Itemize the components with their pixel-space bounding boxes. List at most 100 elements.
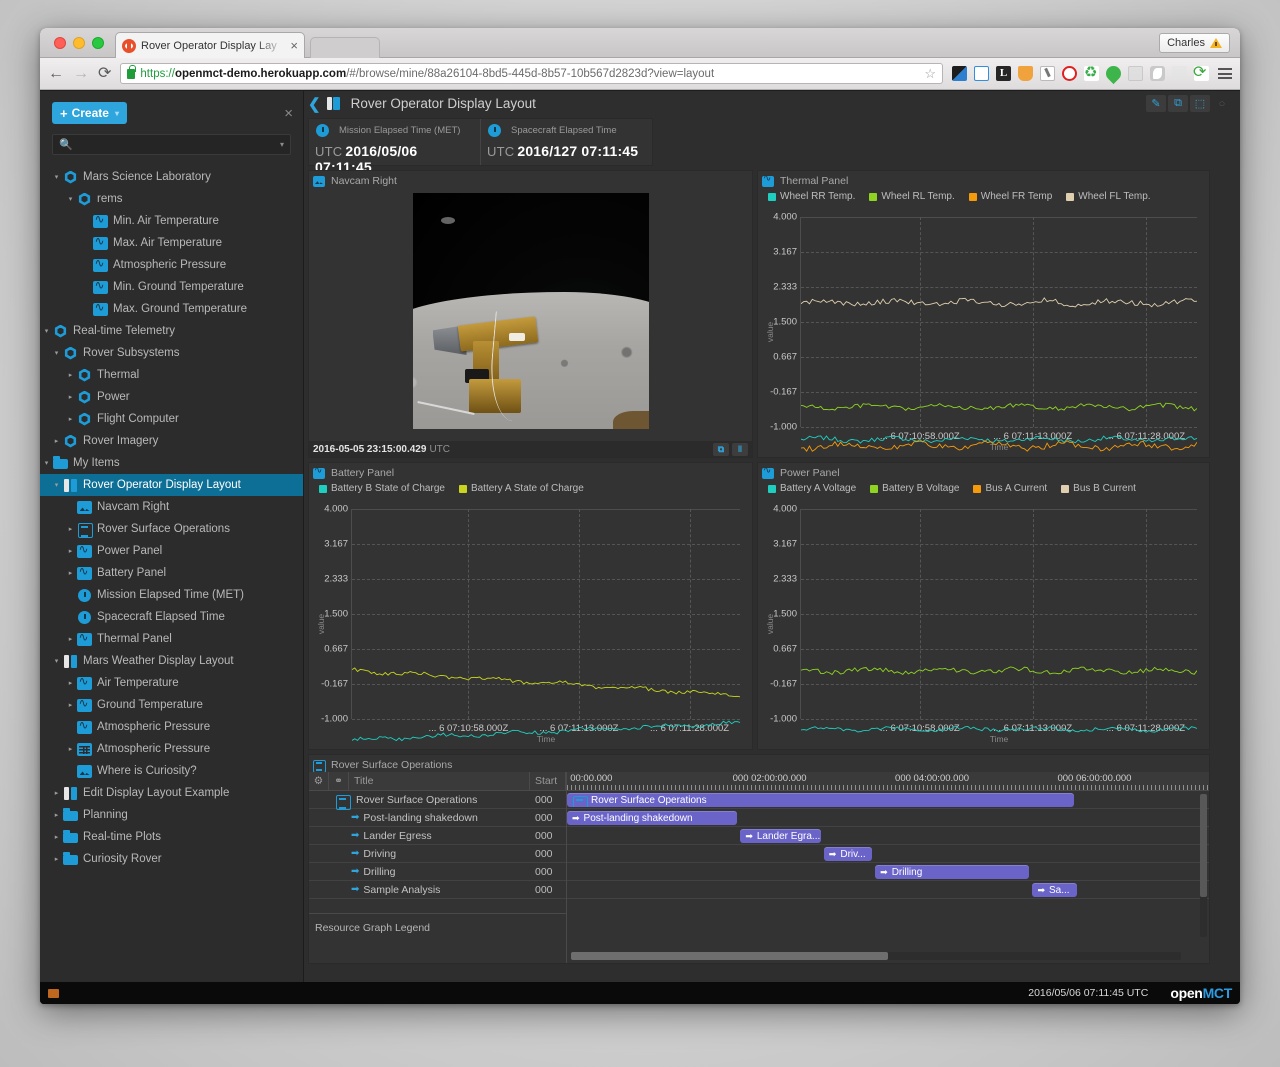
new-window-button[interactable]: ⧉ xyxy=(1168,95,1188,112)
chevron-right-icon[interactable]: ▸ xyxy=(50,811,63,819)
chevron-right-icon[interactable]: ▸ xyxy=(64,745,77,753)
opera-extension-icon[interactable] xyxy=(1062,66,1077,81)
timeline-row[interactable]: ➡Lander Egress000 xyxy=(309,827,566,845)
sidebar-item-planning[interactable]: ▸Planning xyxy=(40,804,303,826)
more-options-button[interactable]: ○ xyxy=(1212,95,1232,112)
sidebar-item-ground-temperature[interactable]: ▸Ground Temperature xyxy=(40,694,303,716)
timeline-row[interactable]: ➡Driving000 xyxy=(309,845,566,863)
chevron-down-icon[interactable]: ▾ xyxy=(50,657,63,665)
sidebar-item-real-time-plots[interactable]: ▸Real-time Plots xyxy=(40,826,303,848)
chevron-down-icon[interactable]: ▾ xyxy=(50,349,63,357)
sidebar-item-thermal[interactable]: ▸Thermal xyxy=(40,364,303,386)
sidebar-item-mars-weather-display-layout[interactable]: ▾Mars Weather Display Layout xyxy=(40,650,303,672)
timeline-row[interactable]: Rover Surface Operations000 xyxy=(309,791,566,809)
close-icon[interactable]: × xyxy=(290,38,298,53)
legend-item[interactable]: Battery A Voltage xyxy=(768,483,856,494)
forward-icon[interactable]: → xyxy=(73,66,89,82)
timeline-row[interactable]: ➡Drilling000 xyxy=(309,863,566,881)
horizontal-scrollbar[interactable] xyxy=(571,952,1181,960)
sidebar-item-navcam-right[interactable]: Navcam Right xyxy=(40,496,303,518)
chevron-down-icon[interactable]: ▾ xyxy=(64,195,77,203)
navcam-image[interactable] xyxy=(413,193,649,429)
sidebar-item-curiosity-rover[interactable]: ▸Curiosity Rover xyxy=(40,848,303,870)
chevron-down-icon[interactable]: ▾ xyxy=(40,459,53,467)
create-button[interactable]: + Create ▾ xyxy=(52,102,127,124)
gantt-bar[interactable]: ➡Drilling xyxy=(875,865,1029,879)
legend-item[interactable]: Wheel RR Temp. xyxy=(768,191,855,202)
user-account-button[interactable]: Charles xyxy=(1159,33,1230,53)
chrome-menu-icon[interactable] xyxy=(1218,68,1232,79)
chevron-right-icon[interactable]: ▸ xyxy=(64,679,77,687)
vertical-scrollbar[interactable] xyxy=(1200,794,1207,937)
chevron-right-icon[interactable]: ▸ xyxy=(64,635,77,643)
reload-icon[interactable]: ⟳ xyxy=(98,66,111,82)
sidebar-item-min-air-temperature[interactable]: Min. Air Temperature xyxy=(40,210,303,232)
crop-extension-icon[interactable] xyxy=(974,66,989,81)
chevron-right-icon[interactable]: ▸ xyxy=(64,547,77,555)
search-input[interactable] xyxy=(78,139,280,151)
gear-icon[interactable]: ⚙ xyxy=(309,772,329,790)
gantt-bar[interactable]: Rover Surface Operations xyxy=(567,793,1074,807)
back-chevron-icon[interactable]: ❮ xyxy=(308,95,321,113)
chevron-right-icon[interactable]: ▸ xyxy=(64,415,77,423)
sidebar-item-flight-computer[interactable]: ▸Flight Computer xyxy=(40,408,303,430)
sidebar-item-where-is-curiosity[interactable]: Where is Curiosity? xyxy=(40,760,303,782)
link-icon[interactable]: ⚭ xyxy=(329,772,349,790)
chevron-down-icon[interactable]: ▾ xyxy=(50,173,63,181)
sidebar-item-max-ground-temperature[interactable]: Max. Ground Temperature xyxy=(40,298,303,320)
sidebar-item-mission-elapsed-time-met[interactable]: Mission Elapsed Time (MET) xyxy=(40,584,303,606)
sidebar-item-rover-imagery[interactable]: ▸Rover Imagery xyxy=(40,430,303,452)
ghost-extension-icon[interactable] xyxy=(1150,66,1165,81)
edit-button[interactable]: ✎ xyxy=(1146,95,1166,112)
basket-extension-icon[interactable] xyxy=(1018,66,1033,81)
sync-extension-icon[interactable] xyxy=(1194,66,1209,81)
bookmark-star-icon[interactable]: ☆ xyxy=(924,66,936,82)
sidebar-item-atmospheric-pressure[interactable]: Atmospheric Pressure xyxy=(40,716,303,738)
gantt-bar[interactable]: ➡Post-landing shakedown xyxy=(567,811,737,825)
sidebar-item-spacecraft-elapsed-time[interactable]: Spacecraft Elapsed Time xyxy=(40,606,303,628)
new-tab-placeholder[interactable] xyxy=(310,37,380,58)
gantt-bar[interactable]: ➡Driv... xyxy=(824,847,872,861)
lastpass-extension-icon[interactable]: L xyxy=(996,66,1011,81)
sidebar-item-max-air-temperature[interactable]: Max. Air Temperature xyxy=(40,232,303,254)
back-icon[interactable]: ← xyxy=(48,66,64,82)
legend-item[interactable]: Battery B State of Charge xyxy=(319,483,445,494)
sidebar-item-power[interactable]: ▸Power xyxy=(40,386,303,408)
sidebar-item-min-ground-temperature[interactable]: Min. Ground Temperature xyxy=(40,276,303,298)
sidebar-item-real-time-telemetry[interactable]: ▾Real-time Telemetry xyxy=(40,320,303,342)
clock-sclk[interactable]: Spacecraft Elapsed Time UTC2016/127 07:1… xyxy=(480,119,652,165)
chevron-right-icon[interactable]: ▸ xyxy=(64,393,77,401)
chevron-down-icon[interactable]: ▾ xyxy=(50,481,63,489)
fullscreen-button[interactable]: ⬚ xyxy=(1190,95,1210,112)
maximize-window-button[interactable] xyxy=(92,37,104,49)
gantt-bar[interactable]: ➡Sa... xyxy=(1032,883,1077,897)
plot-area[interactable]: value4.0003.1672.3331.5000.667-0.167-1.0… xyxy=(309,499,748,749)
chevron-right-icon[interactable]: ▸ xyxy=(64,701,77,709)
search-row[interactable]: 🔍 ▾ xyxy=(52,134,291,155)
chevron-right-icon[interactable]: ▸ xyxy=(50,833,63,841)
chevron-down-icon[interactable]: ▾ xyxy=(280,140,284,149)
pause-image-button[interactable]: ‖ xyxy=(732,443,748,456)
gantt-bar[interactable]: ➡Lander Egra... xyxy=(740,829,820,843)
connection-indicator-icon[interactable] xyxy=(48,989,59,998)
chevron-right-icon[interactable]: ▸ xyxy=(50,437,63,445)
plot-area[interactable]: value4.0003.1672.3331.5000.667-0.167-1.0… xyxy=(758,207,1205,457)
address-bar[interactable]: https://openmct-demo.herokuapp.com/#/bro… xyxy=(120,63,943,84)
close-window-button[interactable] xyxy=(54,37,66,49)
legend-item[interactable]: Bus B Current xyxy=(1061,483,1136,494)
browser-tab[interactable]: Rover Operator Display Lay × xyxy=(115,32,305,58)
legend-item[interactable]: Battery A State of Charge xyxy=(459,483,584,494)
eyedropper-extension-icon[interactable] xyxy=(1040,66,1055,81)
chevron-right-icon[interactable]: ▸ xyxy=(50,855,63,863)
legend-item[interactable]: Wheel FL Temp. xyxy=(1066,191,1150,202)
legend-item[interactable]: Battery B Voltage xyxy=(870,483,959,494)
squares-extension-icon[interactable] xyxy=(952,66,967,81)
sidebar-item-thermal-panel[interactable]: ▸Thermal Panel xyxy=(40,628,303,650)
sidebar-item-air-temperature[interactable]: ▸Air Temperature xyxy=(40,672,303,694)
sidebar-item-rover-operator-display-layout[interactable]: ▾Rover Operator Display Layout xyxy=(40,474,303,496)
sidebar-item-mars-science-laboratory[interactable]: ▾Mars Science Laboratory xyxy=(40,166,303,188)
clock-met[interactable]: Mission Elapsed Time (MET) UTC2016/05/06… xyxy=(309,119,480,165)
map-pin-extension-icon[interactable] xyxy=(1103,63,1124,84)
sidebar-item-atmospheric-pressure[interactable]: Atmospheric Pressure xyxy=(40,254,303,276)
column-header-title[interactable]: Title xyxy=(349,772,530,790)
